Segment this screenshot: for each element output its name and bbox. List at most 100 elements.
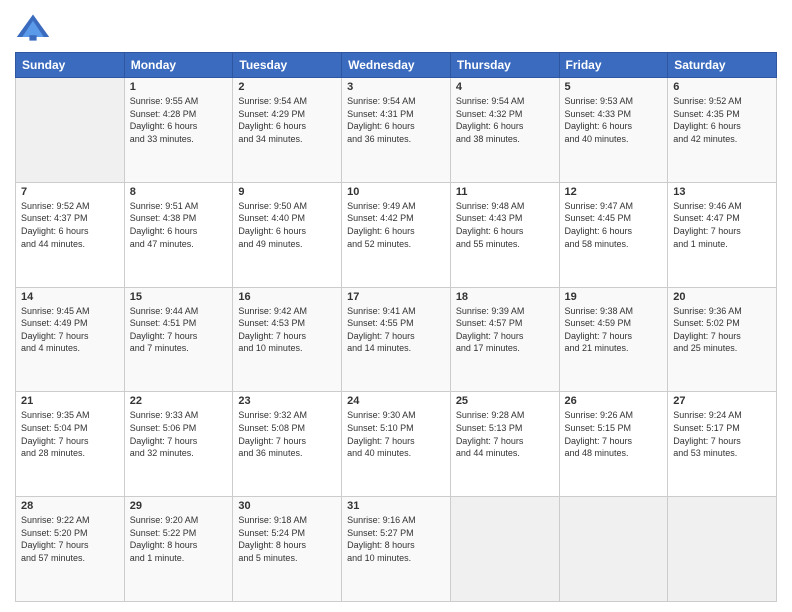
day-cell: 21Sunrise: 9:35 AM Sunset: 5:04 PM Dayli… [16, 392, 125, 497]
day-number: 29 [130, 500, 228, 512]
day-cell: 20 Sunrise: 9:36 AM Sunset: 5:02 PM Dayli… [668, 287, 777, 392]
day-info: Sunrise: 9:48 AM Sunset: 4:43 PM Dayligh… [456, 200, 554, 250]
day-cell: 4Sunrise: 9:54 AM Sunset: 4:32 PM Daylig… [450, 78, 559, 183]
day-number: 16 [238, 291, 336, 303]
day-cell: 10 Sunrise: 9:49 AM Sunset: 4:42 PM Dayli… [342, 182, 451, 287]
day-info: Sunrise: 9:18 AM Sunset: 5:24 PM Dayligh… [238, 514, 336, 564]
week-row-3: 21Sunrise: 9:35 AM Sunset: 5:04 PM Dayli… [16, 392, 777, 497]
day-number: 31 [347, 500, 445, 512]
day-info: Sunrise: 9:54 AM Sunset: 4:32 PM Dayligh… [456, 95, 554, 145]
weekday-header-monday: Monday [124, 53, 233, 78]
day-info: Sunrise: 9:35 AM Sunset: 5:04 PM Dayligh… [21, 409, 119, 459]
day-info: Sunrise: 9:33 AM Sunset: 5:06 PM Dayligh… [130, 409, 228, 459]
day-info: Sunrise: 9:42 AM Sunset: 4:53 PM Dayligh… [238, 305, 336, 355]
day-cell [450, 497, 559, 602]
day-info: Sunrise: 9:16 AM Sunset: 5:27 PM Dayligh… [347, 514, 445, 564]
calendar-table: SundayMondayTuesdayWednesdayThursdayFrid… [15, 52, 777, 602]
day-cell [16, 78, 125, 183]
day-cell: 18Sunrise: 9:39 AM Sunset: 4:57 PM Dayli… [450, 287, 559, 392]
weekday-header-wednesday: Wednesday [342, 53, 451, 78]
day-number: 20 [673, 291, 771, 303]
day-info: Sunrise: 9:41 AM Sunset: 4:55 PM Dayligh… [347, 305, 445, 355]
day-info: Sunrise: 9:53 AM Sunset: 4:33 PM Dayligh… [565, 95, 663, 145]
header [15, 10, 777, 46]
day-number: 28 [21, 500, 119, 512]
day-cell: 16 Sunrise: 9:42 AM Sunset: 4:53 PM Dayli… [233, 287, 342, 392]
day-number: 12 [565, 186, 663, 198]
day-cell: 2 Sunrise: 9:54 AM Sunset: 4:29 PM Daylig… [233, 78, 342, 183]
day-number: 25 [456, 395, 554, 407]
day-number: 1 [130, 81, 228, 93]
day-cell: 24 Sunrise: 9:30 AM Sunset: 5:10 PM Dayli… [342, 392, 451, 497]
weekday-header-row: SundayMondayTuesdayWednesdayThursdayFrid… [16, 53, 777, 78]
weekday-header-thursday: Thursday [450, 53, 559, 78]
day-number: 17 [347, 291, 445, 303]
day-info: Sunrise: 9:46 AM Sunset: 4:47 PM Dayligh… [673, 200, 771, 250]
day-number: 22 [130, 395, 228, 407]
day-number: 30 [238, 500, 336, 512]
day-cell: 9 Sunrise: 9:50 AM Sunset: 4:40 PM Daylig… [233, 182, 342, 287]
day-number: 14 [21, 291, 119, 303]
week-row-4: 28 Sunrise: 9:22 AM Sunset: 5:20 PM Dayli… [16, 497, 777, 602]
day-cell: 25 Sunrise: 9:28 AM Sunset: 5:13 PM Dayli… [450, 392, 559, 497]
day-info: Sunrise: 9:50 AM Sunset: 4:40 PM Dayligh… [238, 200, 336, 250]
day-number: 11 [456, 186, 554, 198]
weekday-header-tuesday: Tuesday [233, 53, 342, 78]
day-number: 19 [565, 291, 663, 303]
day-cell: 19 Sunrise: 9:38 AM Sunset: 4:59 PM Dayli… [559, 287, 668, 392]
day-number: 7 [21, 186, 119, 198]
logo [15, 10, 55, 46]
week-row-0: 1 Sunrise: 9:55 AM Sunset: 4:28 PM Daylig… [16, 78, 777, 183]
day-cell: 17 Sunrise: 9:41 AM Sunset: 4:55 PM Dayli… [342, 287, 451, 392]
day-info: Sunrise: 9:52 AM Sunset: 4:35 PM Dayligh… [673, 95, 771, 145]
day-cell: 12Sunrise: 9:47 AM Sunset: 4:45 PM Dayli… [559, 182, 668, 287]
day-info: Sunrise: 9:26 AM Sunset: 5:15 PM Dayligh… [565, 409, 663, 459]
day-number: 24 [347, 395, 445, 407]
day-number: 9 [238, 186, 336, 198]
day-info: Sunrise: 9:54 AM Sunset: 4:29 PM Dayligh… [238, 95, 336, 145]
day-info: Sunrise: 9:20 AM Sunset: 5:22 PM Dayligh… [130, 514, 228, 564]
day-cell: 1 Sunrise: 9:55 AM Sunset: 4:28 PM Daylig… [124, 78, 233, 183]
day-cell: 29 Sunrise: 9:20 AM Sunset: 5:22 PM Dayli… [124, 497, 233, 602]
day-info: Sunrise: 9:55 AM Sunset: 4:28 PM Dayligh… [130, 95, 228, 145]
weekday-header-friday: Friday [559, 53, 668, 78]
day-number: 18 [456, 291, 554, 303]
day-number: 27 [673, 395, 771, 407]
day-number: 2 [238, 81, 336, 93]
day-cell: 3Sunrise: 9:54 AM Sunset: 4:31 PM Daylig… [342, 78, 451, 183]
day-cell: 26 Sunrise: 9:26 AM Sunset: 5:15 PM Dayli… [559, 392, 668, 497]
logo-icon [15, 10, 51, 46]
day-number: 15 [130, 291, 228, 303]
day-cell: 30 Sunrise: 9:18 AM Sunset: 5:24 PM Dayli… [233, 497, 342, 602]
day-info: Sunrise: 9:38 AM Sunset: 4:59 PM Dayligh… [565, 305, 663, 355]
day-info: Sunrise: 9:49 AM Sunset: 4:42 PM Dayligh… [347, 200, 445, 250]
day-cell: 31 Sunrise: 9:16 AM Sunset: 5:27 PM Dayli… [342, 497, 451, 602]
weekday-header-saturday: Saturday [668, 53, 777, 78]
day-info: Sunrise: 9:32 AM Sunset: 5:08 PM Dayligh… [238, 409, 336, 459]
day-number: 26 [565, 395, 663, 407]
day-number: 6 [673, 81, 771, 93]
day-cell: 14 Sunrise: 9:45 AM Sunset: 4:49 PM Dayli… [16, 287, 125, 392]
day-cell: 15Sunrise: 9:44 AM Sunset: 4:51 PM Dayli… [124, 287, 233, 392]
day-cell: 27 Sunrise: 9:24 AM Sunset: 5:17 PM Dayli… [668, 392, 777, 497]
day-info: Sunrise: 9:54 AM Sunset: 4:31 PM Dayligh… [347, 95, 445, 145]
day-info: Sunrise: 9:52 AM Sunset: 4:37 PM Dayligh… [21, 200, 119, 250]
day-info: Sunrise: 9:51 AM Sunset: 4:38 PM Dayligh… [130, 200, 228, 250]
day-info: Sunrise: 9:30 AM Sunset: 5:10 PM Dayligh… [347, 409, 445, 459]
day-number: 13 [673, 186, 771, 198]
day-info: Sunrise: 9:24 AM Sunset: 5:17 PM Dayligh… [673, 409, 771, 459]
day-cell: 7 Sunrise: 9:52 AM Sunset: 4:37 PM Daylig… [16, 182, 125, 287]
day-cell [668, 497, 777, 602]
day-cell [559, 497, 668, 602]
day-info: Sunrise: 9:22 AM Sunset: 5:20 PM Dayligh… [21, 514, 119, 564]
day-number: 10 [347, 186, 445, 198]
weekday-header-sunday: Sunday [16, 53, 125, 78]
day-info: Sunrise: 9:36 AM Sunset: 5:02 PM Dayligh… [673, 305, 771, 355]
day-info: Sunrise: 9:45 AM Sunset: 4:49 PM Dayligh… [21, 305, 119, 355]
week-row-1: 7 Sunrise: 9:52 AM Sunset: 4:37 PM Daylig… [16, 182, 777, 287]
day-cell: 23Sunrise: 9:32 AM Sunset: 5:08 PM Dayli… [233, 392, 342, 497]
week-row-2: 14 Sunrise: 9:45 AM Sunset: 4:49 PM Dayli… [16, 287, 777, 392]
page: SundayMondayTuesdayWednesdayThursdayFrid… [0, 0, 792, 612]
day-cell: 5Sunrise: 9:53 AM Sunset: 4:33 PM Daylig… [559, 78, 668, 183]
day-info: Sunrise: 9:28 AM Sunset: 5:13 PM Dayligh… [456, 409, 554, 459]
